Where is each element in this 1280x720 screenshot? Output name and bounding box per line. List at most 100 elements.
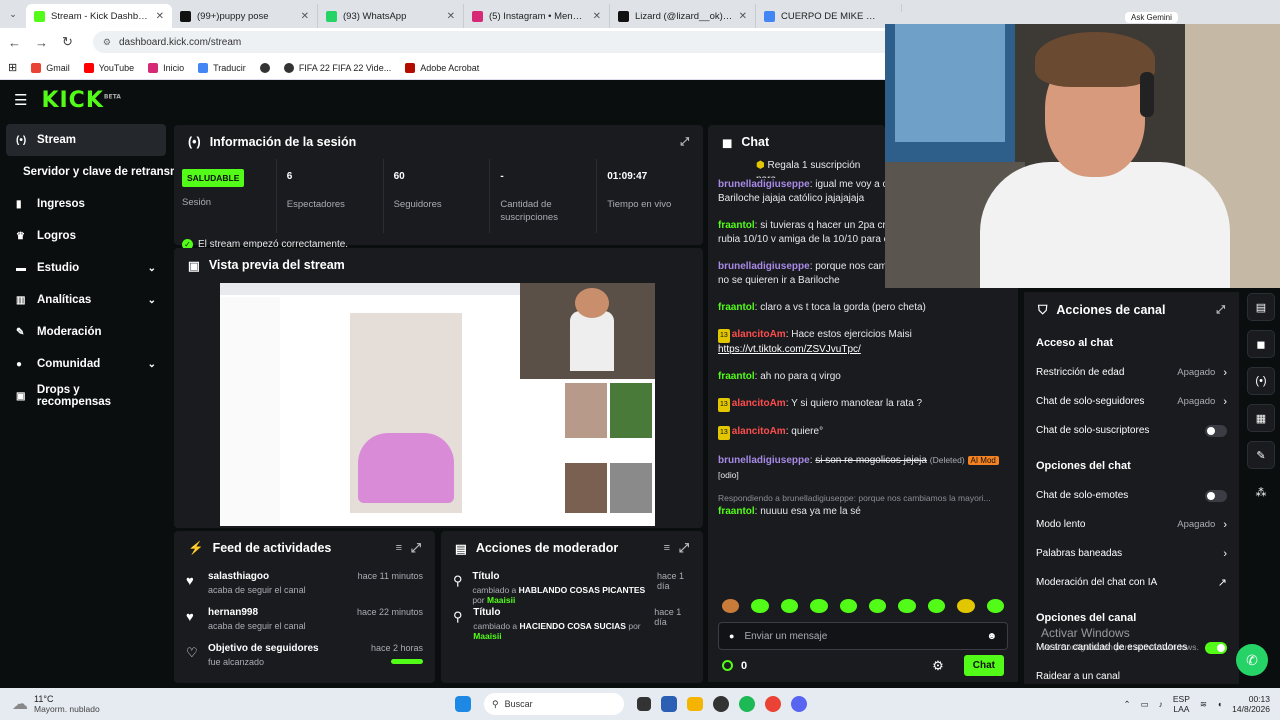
rail-layers-icon[interactable]: ▦ (1247, 404, 1275, 432)
chrome-icon[interactable] (765, 696, 781, 712)
network-icon[interactable]: ▭ (1141, 699, 1149, 710)
stream-preview[interactable] (220, 283, 655, 526)
browser-tab[interactable]: CUERPO DE MIKE MEM - B✕ (756, 4, 902, 28)
language-indicator[interactable]: ESP LAA (1173, 694, 1190, 714)
filter-icon[interactable]: ≡ (396, 542, 402, 554)
speaker-icon[interactable]: ◖ (1217, 699, 1222, 709)
browser-tab[interactable]: Stream - Kick Dashboard ✕ (26, 4, 172, 28)
browser-tab[interactable]: Lizard (@lizard__ok) | TikTok✕ (610, 4, 756, 28)
rail-broadcast-icon[interactable]: (•) (1247, 367, 1275, 395)
bookmark-fifa[interactable]: FIFA 22 FIFA 22 Vide... (283, 62, 391, 73)
bookmark-inicio[interactable]: Inicio (148, 62, 184, 73)
rail-chat-icon[interactable]: ◼ (1247, 330, 1275, 358)
emote-icon[interactable] (898, 599, 916, 613)
toggle-switch[interactable] (1205, 489, 1227, 502)
site-info-icon[interactable]: ⚙ (103, 37, 111, 48)
menu-icon[interactable]: ☰ (14, 91, 27, 109)
send-button[interactable]: Chat (963, 655, 1004, 676)
emote-icon[interactable] (927, 599, 946, 613)
close-icon[interactable]: ✕ (593, 11, 601, 22)
whatsapp-fab-icon[interactable]: ✆ (1236, 644, 1268, 676)
reload-icon[interactable]: ↻ (62, 34, 73, 50)
toggle-switch[interactable] (1205, 424, 1227, 437)
sidebar-item-8[interactable]: ▣ Drops y recompensas (0, 380, 172, 412)
chat-message[interactable]: 13 alancitoAm: Hace estos ejercicios Mais… (708, 328, 1018, 357)
bookmark-traducir[interactable]: Traducir (198, 62, 246, 73)
taskbar-search[interactable]: ⚲ Buscar (484, 693, 624, 715)
emote-icon[interactable] (839, 599, 858, 613)
sidebar-item-5[interactable]: ▥ Analíticas ⌄ (0, 284, 172, 316)
chat-input[interactable]: ● Enviar un mensaje ☻ (718, 622, 1008, 650)
kick-points-icon[interactable] (722, 660, 733, 671)
obs-icon[interactable] (713, 696, 729, 712)
bookmark-youtube[interactable]: YouTube (83, 62, 134, 73)
sidebar-item-1[interactable]: Servidor y clave de retransm (0, 156, 180, 188)
toggle-switch[interactable] (1205, 641, 1227, 654)
forward-icon[interactable]: → (35, 35, 48, 50)
bookmark-acrobat[interactable]: Adobe Acrobat (405, 62, 479, 73)
emote-icon[interactable] (722, 599, 740, 613)
back-icon[interactable]: ← (8, 35, 21, 50)
browser-tab[interactable]: (5) Instagram • Mensajes ✕ (464, 4, 610, 28)
chat-message[interactable]: brunelladigiuseppe: si son re mogolicos … (708, 453, 1018, 483)
setting-row[interactable]: Restricción de edad Apagado › (1024, 358, 1239, 387)
close-icon[interactable]: ✕ (739, 11, 747, 22)
setting-row[interactable]: Modo lento Apagado › (1024, 510, 1239, 539)
setting-row[interactable]: Chat de solo-emotes (1024, 481, 1239, 510)
clock[interactable]: 00:13 14/8/2026 (1232, 694, 1270, 714)
gemini-tab[interactable]: Ask Gemini (1125, 12, 1178, 23)
weather-widget[interactable]: ☁ 11°C Mayorm. nublado (0, 694, 200, 714)
sidebar-item-4[interactable]: ▬ Estudio ⌄ (0, 252, 172, 284)
expand-icon[interactable]: ⤢ (679, 541, 689, 556)
sidebar-item-7[interactable]: ● Comunidad ⌄ (0, 348, 172, 380)
tray-chevron-icon[interactable]: ⌃ (1123, 699, 1130, 710)
setting-row[interactable]: Chat de solo-seguidores Apagado › (1024, 387, 1239, 416)
setting-row[interactable]: Raidear a un canal (1024, 662, 1239, 691)
emote-icon[interactable] (957, 599, 975, 613)
expand-icon[interactable]: ⤢ (680, 136, 689, 149)
emote-icon[interactable] (869, 599, 887, 613)
setting-row[interactable]: Mostrar cantidad de espectadores (1024, 633, 1239, 662)
store-icon[interactable] (661, 696, 677, 712)
kick-logo[interactable]: KICKBETA (41, 88, 120, 113)
sidebar-item-2[interactable]: ▮ Ingresos (0, 188, 172, 220)
emoji-icon[interactable]: ☻ (986, 631, 997, 642)
rail-notes-icon[interactable]: ▤ (1247, 293, 1275, 321)
bookmark-blank[interactable] (259, 62, 270, 73)
taskview-icon[interactable] (637, 697, 651, 711)
discord-icon[interactable] (791, 696, 807, 712)
explorer-icon[interactable] (687, 697, 703, 711)
volume-icon[interactable]: ♪ (1159, 699, 1163, 709)
expand-icon[interactable]: ⤢ (1216, 304, 1225, 317)
close-icon[interactable]: ✕ (447, 11, 455, 22)
chat-message[interactable]: Respondiendo a brunelladigiuseppe: porqu… (708, 491, 1018, 519)
emote-icon[interactable] (986, 599, 1005, 613)
chat-link[interactable]: https://vt.tiktok.com/ZSVJvuTpc/ (718, 344, 861, 355)
windows-start-icon[interactable] (455, 696, 471, 712)
browser-tab[interactable]: (99+)puppy pose ✕ (172, 4, 318, 28)
setting-row[interactable]: Palabras baneadas › (1024, 539, 1239, 568)
emote-icon[interactable] (780, 599, 799, 613)
tab-search-icon[interactable]: ⌄ (0, 9, 26, 20)
apps-icon[interactable]: ⊞ (8, 61, 17, 74)
chat-message[interactable]: fraantol: claro a vs t toca la gorda (pe… (708, 301, 1018, 315)
close-icon[interactable]: ✕ (301, 11, 309, 22)
expand-icon[interactable]: ⤢ (411, 541, 421, 556)
setting-row[interactable]: Moderación del chat con IA ↗ (1024, 568, 1239, 597)
sidebar-item-3[interactable]: ♛ Logros (0, 220, 172, 252)
wifi-icon[interactable]: ≋ (1200, 699, 1207, 710)
close-icon[interactable]: ✕ (156, 11, 164, 22)
spotify-icon[interactable] (739, 696, 755, 712)
sidebar-item-stream[interactable]: (•) Stream (6, 124, 166, 156)
setting-row[interactable]: Chat de solo-suscriptores (1024, 416, 1239, 445)
rail-wrench-icon[interactable]: ✎ (1247, 441, 1275, 469)
emote-icon[interactable] (810, 599, 828, 613)
browser-tab[interactable]: (93) WhatsApp ✕ (318, 4, 464, 28)
emote-icon[interactable] (751, 599, 769, 613)
chat-message[interactable]: 13 alancitoAm: Y si quiero manotear la ra… (708, 397, 1018, 412)
sidebar-item-6[interactable]: ✎ Moderación (0, 316, 172, 348)
bookmark-gmail[interactable]: Gmail (31, 62, 70, 73)
chat-message[interactable]: 13 alancitoAm: quiere° (708, 425, 1018, 440)
filter-icon[interactable]: ≡ (664, 542, 670, 554)
chat-settings-icon[interactable]: ⚙ (932, 658, 944, 674)
